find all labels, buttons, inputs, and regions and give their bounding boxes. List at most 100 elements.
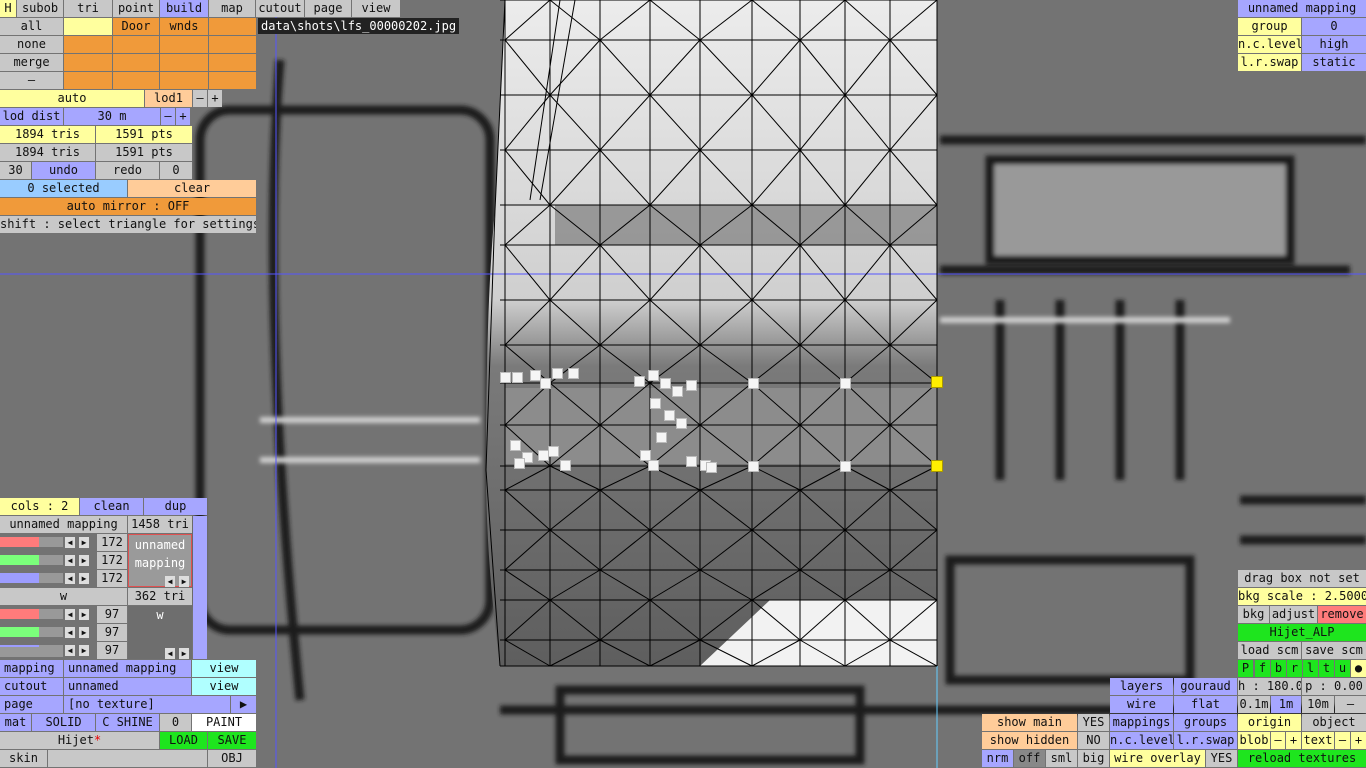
tab-page[interactable]: page: [305, 0, 351, 17]
normals-sml[interactable]: sml: [1046, 750, 1077, 767]
vertex-marker[interactable]: [648, 370, 659, 381]
vertex-marker[interactable]: [660, 378, 671, 389]
cutout-select[interactable]: unnamed: [64, 678, 191, 695]
bkg-flag[interactable]: f: [1255, 660, 1270, 677]
select-all-button[interactable]: all: [0, 18, 63, 35]
heading-value[interactable]: h : 180.00: [1238, 678, 1301, 695]
bkg-flag[interactable]: l: [1303, 660, 1318, 677]
load-button[interactable]: LOAD: [160, 732, 207, 749]
subobject-slot[interactable]: [160, 72, 208, 89]
paint-button[interactable]: PAINT: [192, 714, 256, 731]
vertex-marker[interactable]: [560, 460, 571, 471]
bkg-flag[interactable]: b: [1271, 660, 1286, 677]
auto-mirror-toggle[interactable]: auto mirror : OFF: [0, 198, 256, 215]
vertex-marker-selected[interactable]: [931, 460, 943, 472]
lr-swap-view-button[interactable]: l.r.swap: [1174, 732, 1237, 749]
mappings-button[interactable]: mappings: [1110, 714, 1173, 731]
wire-button[interactable]: wire: [1110, 696, 1173, 713]
undo-button[interactable]: undo: [32, 162, 95, 179]
blob-minus[interactable]: –: [1271, 732, 1285, 749]
tab-tri[interactable]: tri: [64, 0, 112, 17]
subobject-slot[interactable]: [209, 18, 256, 35]
tab-map[interactable]: map: [209, 0, 255, 17]
tab-point[interactable]: point: [113, 0, 159, 17]
vertex-marker[interactable]: [686, 380, 697, 391]
blob-button[interactable]: blob: [1238, 732, 1270, 749]
gouraud-button[interactable]: gouraud: [1174, 678, 1237, 695]
vertex-marker[interactable]: [672, 386, 683, 397]
redo-button[interactable]: redo: [96, 162, 159, 179]
arrow-right-icon[interactable]: ▶: [79, 555, 89, 566]
subobject-wnds[interactable]: wnds: [160, 18, 208, 35]
arrow-right-icon[interactable]: ▶: [79, 573, 89, 584]
blob-plus[interactable]: +: [1286, 732, 1301, 749]
subobject-slot[interactable]: [64, 54, 112, 71]
color-slider[interactable]: [0, 609, 63, 619]
bkg-remove-button[interactable]: remove: [1318, 606, 1366, 623]
lr-swap-value[interactable]: static: [1302, 54, 1366, 71]
subobject-slot[interactable]: [160, 54, 208, 71]
vertex-marker-selected[interactable]: [931, 376, 943, 388]
page-select[interactable]: [no texture]: [64, 696, 230, 713]
text-plus[interactable]: +: [1351, 732, 1366, 749]
subobject-slot[interactable]: [113, 72, 159, 89]
color-slider[interactable]: [0, 627, 63, 637]
color-slider[interactable]: [0, 573, 63, 583]
tab-cutout[interactable]: cutout: [256, 0, 304, 17]
vertex-marker[interactable]: [650, 398, 661, 409]
lod-auto-button[interactable]: auto: [0, 90, 144, 107]
subobject-slot[interactable]: [64, 36, 112, 53]
vertex-marker[interactable]: [634, 376, 645, 387]
subobject-slot[interactable]: [160, 36, 208, 53]
vertex-marker[interactable]: [676, 418, 687, 429]
load-scm-button[interactable]: load scm: [1238, 642, 1301, 659]
layers-button[interactable]: layers: [1110, 678, 1173, 695]
vertex-marker[interactable]: [748, 461, 759, 472]
arrow-right-icon[interactable]: ▶: [79, 627, 89, 638]
arrow-right-icon[interactable]: ▶: [79, 609, 89, 620]
subobject-slot[interactable]: [209, 54, 256, 71]
vertex-marker[interactable]: [568, 368, 579, 379]
wire-overlay-value[interactable]: YES: [1206, 750, 1237, 767]
show-main-value[interactable]: YES: [1078, 714, 1109, 731]
show-hidden-value[interactable]: NO: [1078, 732, 1109, 749]
arrow-right-icon[interactable]: ▶: [79, 645, 89, 656]
origin-button[interactable]: origin: [1238, 714, 1301, 731]
arrow-left-icon[interactable]: ◀: [165, 648, 175, 659]
text-button[interactable]: text: [1302, 732, 1334, 749]
vertex-marker[interactable]: [540, 378, 551, 389]
arrow-left-icon[interactable]: ◀: [65, 609, 75, 620]
arrow-left-icon[interactable]: ◀: [65, 555, 75, 566]
cols-count[interactable]: cols : 2: [0, 498, 79, 515]
pitch-value[interactable]: p : 0.00: [1302, 678, 1366, 695]
flat-button[interactable]: flat: [1174, 696, 1237, 713]
step-1m[interactable]: 1m: [1271, 696, 1301, 713]
arrow-left-icon[interactable]: ◀: [165, 576, 175, 587]
dup-button[interactable]: dup: [144, 498, 207, 515]
step-0-1m[interactable]: 0.1m: [1238, 696, 1270, 713]
bkg-flag[interactable]: r: [1287, 660, 1302, 677]
c-shine-toggle[interactable]: C SHINE: [96, 714, 159, 731]
merge-button[interactable]: merge: [0, 54, 63, 71]
save-scm-button[interactable]: save scm: [1302, 642, 1366, 659]
arrow-right-icon[interactable]: ▶: [79, 537, 89, 548]
arrow-left-icon[interactable]: ◀: [65, 627, 75, 638]
lod-dist-minus[interactable]: –: [161, 108, 175, 125]
arrow-right-icon[interactable]: ▶: [179, 576, 189, 587]
dash-button[interactable]: –: [0, 72, 63, 89]
normals-big[interactable]: big: [1078, 750, 1109, 767]
vertex-marker[interactable]: [512, 372, 523, 383]
reload-textures-button[interactable]: reload textures: [1238, 750, 1366, 767]
select-none-button[interactable]: none: [0, 36, 63, 53]
tab-subob[interactable]: subob: [17, 0, 63, 17]
vertex-marker[interactable]: [840, 378, 851, 389]
subobject-slot[interactable]: [209, 36, 256, 53]
clear-button[interactable]: clear: [128, 180, 256, 197]
bkg-flag[interactable]: P: [1238, 660, 1253, 677]
vertex-marker[interactable]: [840, 461, 851, 472]
object-button[interactable]: object: [1302, 714, 1366, 731]
mapping-select[interactable]: unnamed mapping: [64, 660, 191, 677]
subobject-slot[interactable]: [64, 72, 112, 89]
arrow-left-icon[interactable]: ◀: [65, 645, 75, 656]
obj-button[interactable]: OBJ: [208, 750, 256, 767]
